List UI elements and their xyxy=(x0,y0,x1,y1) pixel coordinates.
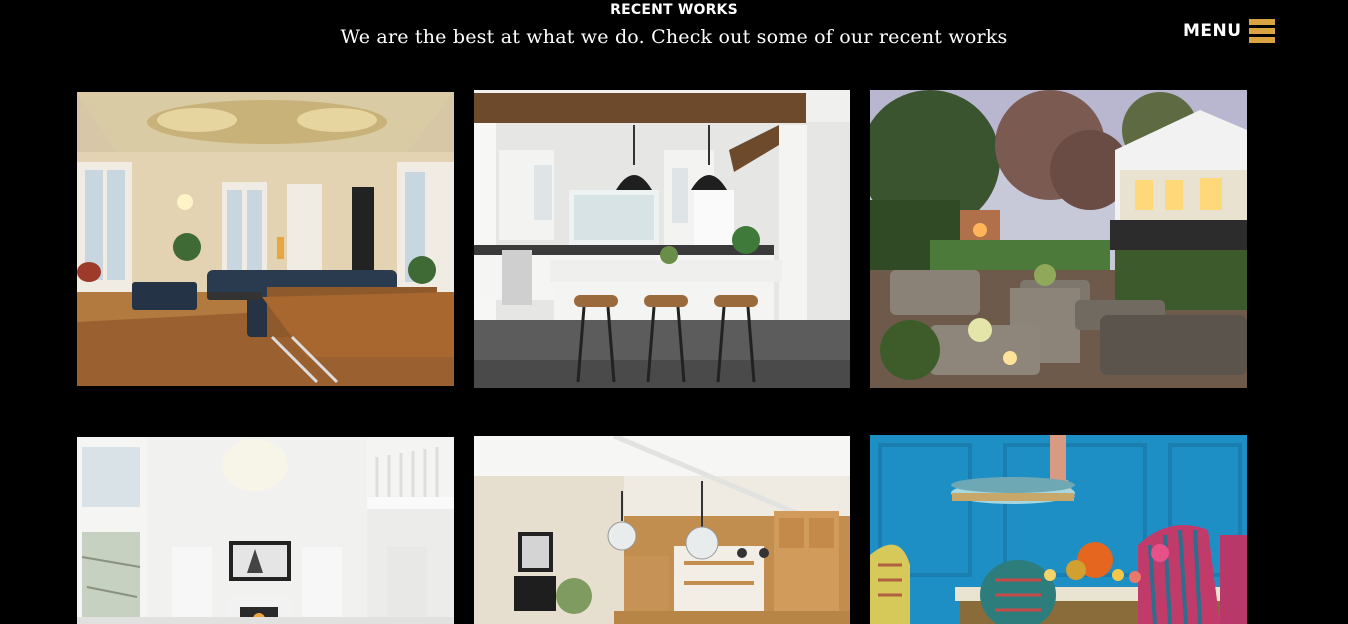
living-room-photo xyxy=(77,92,454,386)
work-tile-blue-dining-room[interactable] xyxy=(870,435,1247,624)
outdoor-patio-photo xyxy=(870,90,1247,388)
wood-kitchen-photo xyxy=(474,436,850,624)
white-living-room-photo xyxy=(77,437,454,624)
menu-button[interactable]: MENU xyxy=(1183,17,1275,45)
menu-label: MENU xyxy=(1183,21,1242,41)
section-heading: RECENT WORKS We are the best at what we … xyxy=(0,0,1348,50)
work-tile-living-room[interactable] xyxy=(77,92,454,386)
page: RECENT WORKS We are the best at what we … xyxy=(0,0,1348,624)
work-tile-outdoor-patio[interactable] xyxy=(870,90,1247,388)
blue-dining-room-photo xyxy=(870,435,1247,624)
work-tile-kitchen-island[interactable] xyxy=(474,90,850,388)
work-tile-wood-kitchen[interactable] xyxy=(474,436,850,624)
kitchen-island-photo xyxy=(474,90,850,388)
section-subtitle: We are the best at what we do. Check out… xyxy=(340,26,1008,48)
section-eyebrow: RECENT WORKS xyxy=(610,2,738,18)
work-tile-white-living-room[interactable] xyxy=(77,437,454,624)
hamburger-icon xyxy=(1248,19,1275,43)
